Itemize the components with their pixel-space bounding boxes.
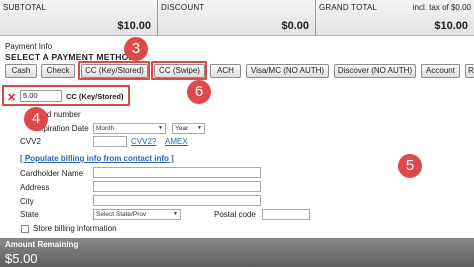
discount-value: $0.00 xyxy=(281,20,309,32)
address-label: Address xyxy=(20,183,50,192)
populate-billing-link[interactable]: [ Populate billing info from contact inf… xyxy=(20,154,174,163)
year-placeholder: Year xyxy=(175,125,189,132)
address-input[interactable] xyxy=(93,181,261,192)
discount-label: DISCOUNT xyxy=(161,3,205,12)
grand-total-cell: GRAND TOTAL incl. tax of $0.00 $10.00 xyxy=(316,0,474,36)
totals-bar: SUBTOTAL $10.00 DISCOUNT $0.00 GRAND TOT… xyxy=(0,0,474,36)
tax-note: incl. tax of $0.00 xyxy=(412,3,471,12)
expiration-month-select[interactable]: Month ▼ xyxy=(93,123,166,134)
remove-payment-icon[interactable]: ✕ xyxy=(7,91,16,104)
callout-5: 5 xyxy=(398,154,422,178)
cardholder-name-input[interactable] xyxy=(93,167,261,178)
discount-cell: DISCOUNT $0.00 xyxy=(158,0,316,36)
amount-remaining-label: Amount Remaining xyxy=(5,240,79,249)
method-cc-swipe-button[interactable]: CC (Swipe) xyxy=(154,64,205,78)
payment-amount-input[interactable]: 5.00 xyxy=(20,90,62,102)
month-placeholder: Month xyxy=(96,125,115,132)
method-check-button[interactable]: Check xyxy=(41,64,75,78)
method-discover-button[interactable]: Discover (NO AUTH) xyxy=(334,64,416,78)
amount-remaining-bar: Amount Remaining $5.00 xyxy=(0,238,474,267)
payment-method-label: CC (Key/Stored) xyxy=(66,92,124,101)
method-account-button[interactable]: Account xyxy=(421,64,460,78)
method-ach-button[interactable]: ACH xyxy=(210,64,241,78)
payment-info-title: Payment Info xyxy=(5,42,53,51)
select-payment-method-label: SELECT A PAYMENT METHOD xyxy=(5,52,136,62)
amex-link[interactable]: AMEX xyxy=(165,137,188,146)
subtotal-value: $10.00 xyxy=(117,20,151,32)
chevron-down-icon: ▼ xyxy=(197,125,202,131)
store-billing-label: Store billing information xyxy=(33,224,117,233)
payment-screen: SUBTOTAL $10.00 DISCOUNT $0.00 GRAND TOT… xyxy=(0,0,474,267)
state-placeholder: Select State/Prov xyxy=(96,211,147,218)
subtotal-label: SUBTOTAL xyxy=(3,3,47,12)
method-related-button[interactable]: Rela xyxy=(465,64,474,78)
cvv2-input[interactable] xyxy=(93,136,127,147)
subtotal-cell: SUBTOTAL $10.00 xyxy=(0,0,158,36)
chevron-down-icon: ▼ xyxy=(173,211,178,217)
grand-total-label: GRAND TOTAL xyxy=(319,3,378,12)
store-billing-checkbox[interactable] xyxy=(21,225,29,233)
grand-total-value: $10.00 xyxy=(434,20,468,32)
expiration-year-select[interactable]: Year ▼ xyxy=(172,123,205,134)
city-label: City xyxy=(20,197,34,206)
postal-code-label: Postal code xyxy=(214,210,256,219)
amount-remaining-value: $5.00 xyxy=(5,251,38,266)
chevron-down-icon: ▼ xyxy=(158,125,163,131)
method-cc-key-stored-button[interactable]: CC (Key/Stored) xyxy=(81,64,148,78)
callout-3: 3 xyxy=(124,37,148,61)
callout-6: 6 xyxy=(187,80,211,104)
city-input[interactable] xyxy=(93,195,261,206)
method-visa-mc-button[interactable]: Visa/MC (NO AUTH) xyxy=(246,64,329,78)
cardholder-name-label: Cardholder Name xyxy=(20,169,84,178)
cvv2-help-link[interactable]: CVV2? xyxy=(131,137,156,146)
method-cash-button[interactable]: Cash xyxy=(5,64,37,78)
cvv2-label: CVV2 xyxy=(20,137,41,146)
callout-4: 4 xyxy=(24,107,48,131)
postal-code-input[interactable] xyxy=(262,209,310,220)
state-select[interactable]: Select State/Prov ▼ xyxy=(93,209,181,220)
state-label: State xyxy=(20,210,39,219)
